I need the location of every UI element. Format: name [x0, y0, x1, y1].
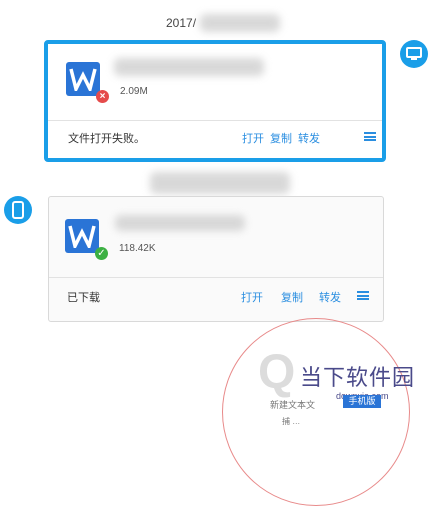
- status-text: 已下载: [67, 292, 100, 304]
- forward-button[interactable]: 转发: [319, 289, 341, 305]
- word-file-icon[interactable]: [66, 62, 100, 96]
- card-divider: [48, 120, 382, 121]
- word-file-icon[interactable]: [65, 219, 99, 253]
- watermark-logo-icon: Q: [258, 346, 296, 399]
- phone-device-icon: [4, 196, 32, 224]
- copy-button[interactable]: 复制: [270, 130, 292, 146]
- watermark-pill: 手机版: [343, 395, 381, 408]
- more-menu-icon[interactable]: [364, 132, 376, 141]
- status-text: 文件打开失败。: [68, 133, 145, 145]
- blurred-date: [200, 14, 280, 32]
- open-button[interactable]: 打开: [242, 130, 264, 146]
- open-button[interactable]: 打开: [241, 289, 263, 305]
- watermark-circle: [222, 318, 410, 506]
- forward-button[interactable]: 转发: [298, 130, 320, 146]
- blurred-filename: [115, 215, 245, 231]
- pc-device-icon: [400, 40, 428, 68]
- watermark-small-text-2: 捕 …: [282, 417, 301, 426]
- success-badge-icon: ✓: [95, 247, 108, 260]
- file-size: 118.42K: [119, 243, 156, 254]
- more-menu-icon[interactable]: [357, 291, 369, 300]
- watermark-small-text: 新建文本文: [270, 400, 316, 410]
- card-divider: [49, 277, 383, 278]
- watermark-text: 当下软件园: [300, 365, 416, 390]
- error-badge-icon: ×: [96, 90, 109, 103]
- file-size: 2.09M: [120, 86, 148, 97]
- blurred-header-2: [150, 172, 290, 194]
- blurred-filename: [114, 58, 264, 76]
- file-message-card-1[interactable]: × 2.09M 文件打开失败。 打开 复制 转发: [44, 40, 386, 162]
- date-header: 2017/: [166, 16, 197, 30]
- copy-button[interactable]: 复制: [281, 289, 303, 305]
- file-message-card-2[interactable]: ✓ 118.42K 已下载 打开 复制 转发: [48, 196, 384, 322]
